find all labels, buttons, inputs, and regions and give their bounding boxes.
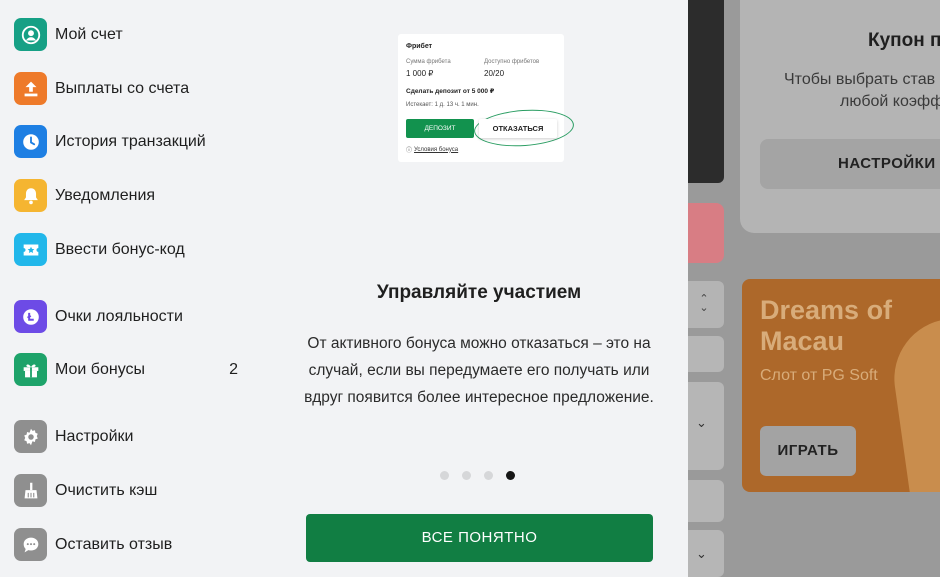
gift-icon <box>14 353 47 386</box>
bell-icon <box>14 179 47 212</box>
loyalty-icon <box>14 300 47 333</box>
amount-label: Сумма фрибета <box>406 59 451 65</box>
onboarding-panel: Фрибет Сумма фрибета Доступно фрибетов 1… <box>256 0 688 577</box>
card-refuse-button: ОТКАЗАТЬСЯ <box>479 119 557 138</box>
promo-play-button: ИГРАТЬ <box>760 426 856 476</box>
broom-icon <box>14 474 47 507</box>
amount-value: 1 000 ₽ <box>406 69 434 78</box>
pagination-dots <box>440 471 515 480</box>
menu-item-bonus-code[interactable]: Ввести бонус-код <box>14 233 244 266</box>
menu-item-withdrawals[interactable]: Выплаты со счета <box>14 72 244 105</box>
background-banner <box>688 0 724 183</box>
available-value: 20/20 <box>484 69 505 78</box>
freebet-card-illustration: Фрибет Сумма фрибета Доступно фрибетов 1… <box>398 34 576 162</box>
page-dot[interactable] <box>506 471 515 480</box>
coupon-settings-button: НАСТРОЙКИ <box>760 139 940 189</box>
promo-subtitle: Слот от PG Soft <box>760 367 878 384</box>
menu-item-loyalty[interactable]: Очки лояльности <box>14 300 244 333</box>
chevron-down-icon: ⌄ <box>696 546 707 561</box>
card-deposit-button: ДЕПОЗИТ <box>406 119 474 138</box>
background-row <box>688 336 724 372</box>
menu-item-account[interactable]: Мой счет <box>14 18 244 51</box>
menu-item-label: Мой счет <box>55 25 123 43</box>
background-row <box>688 480 724 522</box>
menu-item-label: Выплаты со счета <box>55 79 190 97</box>
menu-item-label: История транзакций <box>55 132 206 150</box>
account-icon <box>14 18 47 51</box>
menu-item-label: Мои бонусы <box>55 360 146 378</box>
menu-item-transactions[interactable]: История транзакций <box>14 125 244 158</box>
coupon-text: любой коэфф <box>840 93 940 110</box>
background-red-tile <box>688 203 724 263</box>
page-dot[interactable] <box>484 471 493 480</box>
deposit-requirement: Сделать депозит от 5 000 ₽ <box>406 88 495 95</box>
card-terms-link: ⓘ Условия бонуса <box>406 145 459 155</box>
gear-icon <box>14 420 47 453</box>
withdraw-icon <box>14 72 47 105</box>
onboarding-text: От активного бонуса можно отказаться – э… <box>304 335 654 406</box>
side-menu: Мой счет Выплаты со счета История транза… <box>0 0 255 577</box>
expiry-text: Истекает: 1 д. 13 ч. 1 мин. <box>406 102 479 108</box>
menu-item-label: Очистить кэш <box>55 481 158 499</box>
question-icon: ⓘ <box>406 148 413 154</box>
bonus-count-badge: 2 <box>229 360 238 378</box>
onboarding-title: Управляйте участием <box>376 282 582 303</box>
menu-item-label: Уведомления <box>55 186 156 204</box>
card-title: Фрибет <box>406 43 433 50</box>
menu-item-settings[interactable]: Настройки <box>14 420 244 453</box>
chat-icon <box>14 528 47 561</box>
menu-item-label: Настройки <box>55 427 134 445</box>
menu-item-feedback[interactable]: Оставить отзыв <box>14 528 244 561</box>
menu-item-label: Ввести бонус-код <box>55 240 185 258</box>
promo-title: Dreams of Macau <box>760 295 893 356</box>
clock-icon <box>14 125 47 158</box>
coupon-panel: Купон п Чтобы выбрать став любой коэфф Н… <box>740 0 940 233</box>
chevron-down-icon: ⌄ <box>696 415 707 430</box>
menu-item-clear-cache[interactable]: Очистить кэш <box>14 474 244 507</box>
menu-item-label: Очки лояльности <box>55 307 183 325</box>
available-label: Доступно фрибетов <box>484 59 540 65</box>
got-it-button[interactable]: ВСЕ ПОНЯТНО <box>306 514 653 562</box>
terms-label: Условия бонуса <box>414 146 459 153</box>
background-page: ⌃ ⌄ ⌄ ⌄ Купон п Чтобы выбрать став любой … <box>688 0 940 577</box>
menu-item-notifications[interactable]: Уведомления <box>14 179 244 212</box>
menu-item-my-bonuses[interactable]: Мои бонусы 2 <box>14 353 244 386</box>
page-dot[interactable] <box>440 471 449 480</box>
ticket-icon <box>14 233 47 266</box>
coupon-text: Чтобы выбрать став <box>784 71 936 88</box>
promo-banner: Dreams of Macau Слот от PG Soft ИГРАТЬ <box>742 279 940 492</box>
menu-item-label: Оставить отзыв <box>55 535 173 553</box>
page-dot[interactable] <box>462 471 471 480</box>
coupon-title: Купон п <box>868 30 940 51</box>
